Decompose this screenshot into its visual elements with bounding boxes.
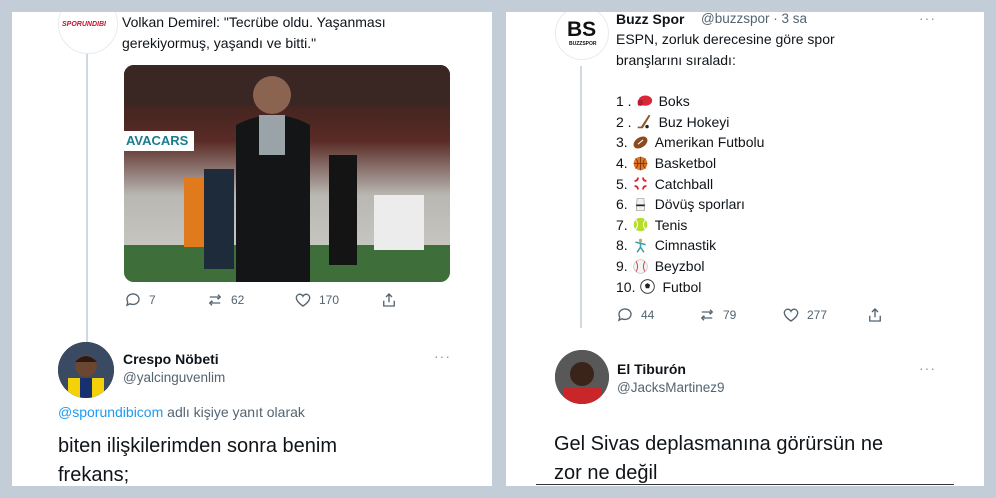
list-item: 8. Cimnastik [616,237,717,254]
reply-button[interactable]: 7 [124,291,206,309]
more-options-icon[interactable]: ··· [919,360,936,376]
basketball-icon [633,156,647,170]
share-button[interactable] [380,291,398,309]
share-icon [383,293,395,307]
heart-icon [295,293,311,307]
reply-author-handle[interactable]: @JacksMartinez9 [617,380,725,395]
like-button[interactable]: 170 [294,291,380,309]
stadium-photo [124,65,450,282]
left-tweet-panel: SPORUNDIBI Volkan Demirel: "Tecrübe oldu… [12,12,492,486]
buzzspor-avatar[interactable]: BS BUZZSPOR [555,12,609,60]
list-item: 6. Dövüş sporları [616,196,745,213]
hockey-stick-icon [637,115,651,129]
retweet-button[interactable]: 62 [206,291,294,309]
retweet-button[interactable]: 79 [698,306,782,324]
heart-icon [783,308,799,322]
gymnast-icon [634,238,646,253]
tweet-author-handle[interactable]: @buzzspor · 3 sa [701,12,807,26]
soccer-ball-icon [640,279,656,294]
reply-avatar[interactable] [555,350,609,404]
reply-to-suffix: adlı kişiye yanıt olarak [163,404,305,420]
list-item: 3. Amerikan Futbolu [616,134,765,151]
reply-count: 44 [641,308,655,322]
thread-line [580,66,582,328]
list-item: 9. Beyzbol [616,258,705,275]
boxing-glove-icon [637,95,652,106]
tweet-text: Volkan Demirel: "Tecrübe oldu. Yaşanması… [122,14,386,51]
player-photo [58,342,114,398]
tweet-photo[interactable]: AVACARS [124,65,450,282]
list-item: 5. Catchball [616,175,714,192]
reply-icon [125,293,140,307]
reply-author-name[interactable]: Crespo Nöbeti [123,351,219,367]
reply-text-line2: frekans; [58,464,130,486]
martial-arts-icon [635,197,645,211]
tennis-ball-icon [633,218,647,232]
reply-author-name[interactable]: El Tiburón [617,361,686,377]
reply-mention-link[interactable]: @sporundibicom [58,404,163,420]
list-item: 2 . Buz Hokeyi [616,113,730,130]
american-football-icon [633,136,648,149]
more-options-icon[interactable]: ··· [434,348,451,364]
baseball-icon [633,258,648,274]
list-item: 4. Basketbol [616,155,717,172]
share-button[interactable] [866,306,884,324]
source-avatar[interactable]: SPORUNDIBI [58,12,118,54]
reply-avatar[interactable] [58,342,114,398]
player-photo [555,350,609,404]
right-tweet-panel: BS BUZZSPOR Buzz Spor @buzzspor · 3 sa ·… [506,12,984,486]
photo-banner-text: AVACARS [126,133,189,148]
share-icon [869,308,881,322]
anger-symbol-icon [634,177,647,190]
reply-count: 7 [149,293,156,307]
tweet-author-name[interactable]: Buzz Spor [616,12,684,27]
like-button[interactable]: 277 [782,306,866,324]
divider [536,484,954,485]
buzzspor-logo: BS [567,18,597,41]
reply-text-line2: zor ne değil [554,462,658,484]
retweet-count: 62 [231,293,245,307]
tweet-actions: 7 62 170 [124,291,398,309]
reply-icon [617,308,632,322]
buzzspor-logo-sub: BUZZSPOR [569,41,597,47]
reply-text-line1: biten ilişkilerimden sonra benim [58,435,338,457]
tweet-text-line1: ESPN, zorluk derecesine göre spor [616,31,835,47]
tweet-text-line2: branşlarını sıraladı: [616,52,736,68]
list-item: 7. Tenis [616,216,688,233]
list-item: 1 . Boks [616,93,690,110]
reply-text-line1: Gel Sivas deplasmanına görürsün ne [554,433,884,455]
reply-button[interactable]: 44 [616,306,698,324]
retweet-icon [208,294,222,306]
reply-to-line: @sporundibicom adlı kişiye yanıt olarak [58,404,305,420]
list-item: 10. Futbol [616,278,702,295]
more-options-icon[interactable]: ··· [919,12,936,26]
thread-line [86,54,88,342]
retweet-count: 79 [723,308,737,322]
reply-author-handle[interactable]: @yalcinguvenlim [123,370,225,385]
tweet-actions: 44 79 277 [616,306,884,324]
source-logo-text: SPORUNDIBI [62,21,106,28]
like-count: 277 [807,308,828,322]
like-count: 170 [319,293,340,307]
retweet-icon [700,309,714,321]
sport-ranking-list: 1 . Boks 2 . Buz Hokeyi 3. Amerikan Futb… [616,91,764,297]
